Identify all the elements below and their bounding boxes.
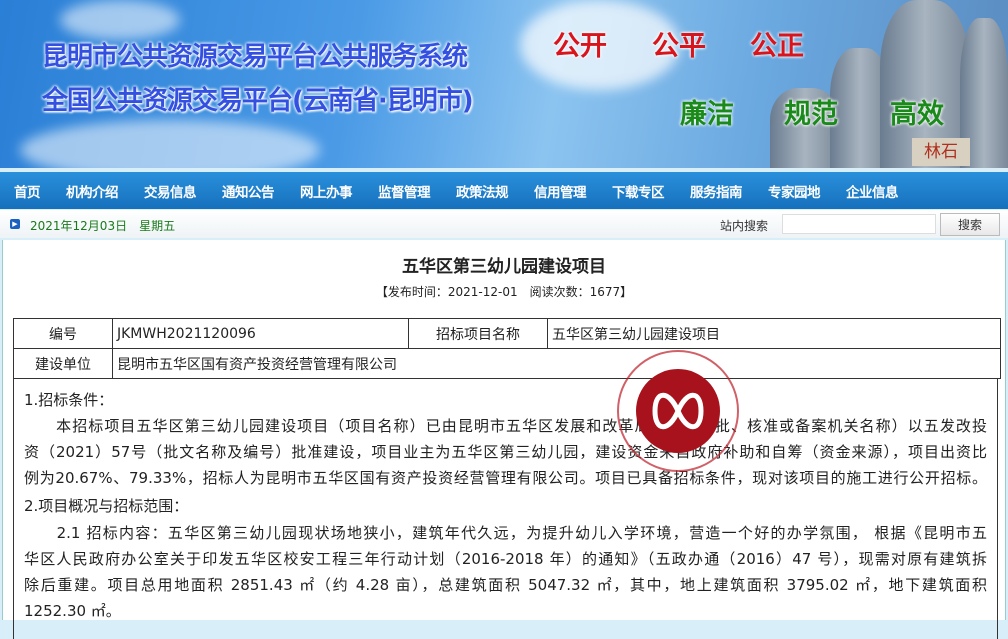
project-info-table: 编号 JKMWH2021120096 招标项目名称 五华区第三幼儿园建设项目 建… bbox=[13, 318, 1001, 379]
project-name-value: 五华区第三幼儿园建设项目 bbox=[547, 318, 1001, 349]
nav-policy[interactable]: 政策法规 bbox=[456, 181, 509, 201]
text-line: 2.1 招标内容：五华区第三幼儿园现状场地狭小，建筑年代久远，为提升幼儿入学环境… bbox=[24, 524, 987, 542]
nav-downloads[interactable]: 下载专区 bbox=[612, 181, 665, 201]
nav-credit[interactable]: 信用管理 bbox=[534, 181, 587, 201]
search-input[interactable] bbox=[782, 214, 936, 234]
seal-stamp bbox=[617, 350, 739, 472]
search-label: 站内搜索 bbox=[720, 219, 769, 233]
current-date: 2021年12月03日 星期五 bbox=[30, 219, 176, 233]
section-heading: 2.项目概况与招标范围： bbox=[24, 497, 189, 515]
slogan: 公平 bbox=[652, 31, 706, 62]
text-line: 例为20.67%、79.33%，招标人为昆明市五华区国有资产投资经营管理有限公司… bbox=[24, 469, 987, 487]
nav-online-service[interactable]: 网上办事 bbox=[300, 181, 353, 201]
nav-supervision[interactable]: 监督管理 bbox=[378, 181, 431, 201]
article-body: 1.招标条件： 本招标项目五华区第三幼儿园建设项目（项目名称）已由昆明市五华区发… bbox=[13, 378, 998, 639]
slogan: 高效 bbox=[890, 99, 944, 130]
date-bar: ▶ 2021年12月03日 星期五 站内搜索 搜索 bbox=[0, 210, 1008, 238]
unit-value: 昆明市五华区国有资产投资经营管理有限公司 bbox=[112, 348, 1001, 379]
nav-experts[interactable]: 专家园地 bbox=[768, 181, 821, 201]
nav-guide[interactable]: 服务指南 bbox=[690, 181, 743, 201]
text-line: 本招标项目五华区第三幼儿园建设项目（项目名称）已由昆明市五华区发展和改革局（项目… bbox=[24, 417, 987, 435]
code-label: 编号 bbox=[13, 318, 113, 349]
text-line: 1252.30 ㎡。 bbox=[24, 602, 121, 620]
main-nav: 首页 机构介绍 交易信息 通知公告 网上办事 监督管理 政策法规 信用管理 下载… bbox=[0, 172, 1008, 209]
article: 五华区第三幼儿园建设项目 【发布时间：2021-12-01 阅读次数：1677】… bbox=[2, 240, 1006, 639]
publish-info: 【发布时间：2021-12-01 阅读次数：1677】 bbox=[375, 285, 633, 299]
nav-home[interactable]: 首页 bbox=[14, 181, 41, 201]
text-line: 除后重建。项目总用地面积 2851.43 ㎡（约 4.28 亩），总建筑面积 5… bbox=[24, 576, 987, 594]
code-value: JKMWH2021120096 bbox=[112, 318, 409, 349]
nav-about[interactable]: 机构介绍 bbox=[66, 181, 119, 201]
nav-enterprise[interactable]: 企业信息 bbox=[846, 181, 899, 201]
text-line: 资（2021）57号（批文名称及编号）批准建设，项目业主为五华区第三幼儿园，建设… bbox=[24, 443, 987, 461]
site-title: 昆明市公共资源交易平台公共服务系统 bbox=[42, 42, 468, 72]
search-button[interactable]: 搜索 bbox=[940, 213, 1000, 236]
slogan: 廉洁 bbox=[680, 99, 734, 130]
site-subtitle: 全国公共资源交易平台(云南省·昆明市) bbox=[42, 86, 474, 116]
slogan: 公开 bbox=[553, 31, 607, 62]
slogan: 公正 bbox=[750, 31, 804, 62]
site-banner: 昆明市公共资源交易平台公共服务系统 全国公共资源交易平台(云南省·昆明市) 公开… bbox=[0, 0, 1008, 168]
unit-label: 建设单位 bbox=[13, 348, 113, 379]
nav-trade-info[interactable]: 交易信息 bbox=[144, 181, 197, 201]
rock-label: 林石 bbox=[912, 138, 970, 166]
project-name-label: 招标项目名称 bbox=[408, 318, 548, 349]
slogan: 规范 bbox=[784, 99, 838, 130]
text-line: 华区人民政府办公室关于印发五华区校安工程三年行动计划（2016-2018 年）的… bbox=[24, 550, 987, 568]
article-title: 五华区第三幼儿园建设项目 bbox=[402, 257, 606, 277]
section-heading: 1.招标条件： bbox=[24, 391, 114, 409]
nav-notices[interactable]: 通知公告 bbox=[222, 181, 275, 201]
arrow-icon: ▶ bbox=[10, 219, 20, 229]
